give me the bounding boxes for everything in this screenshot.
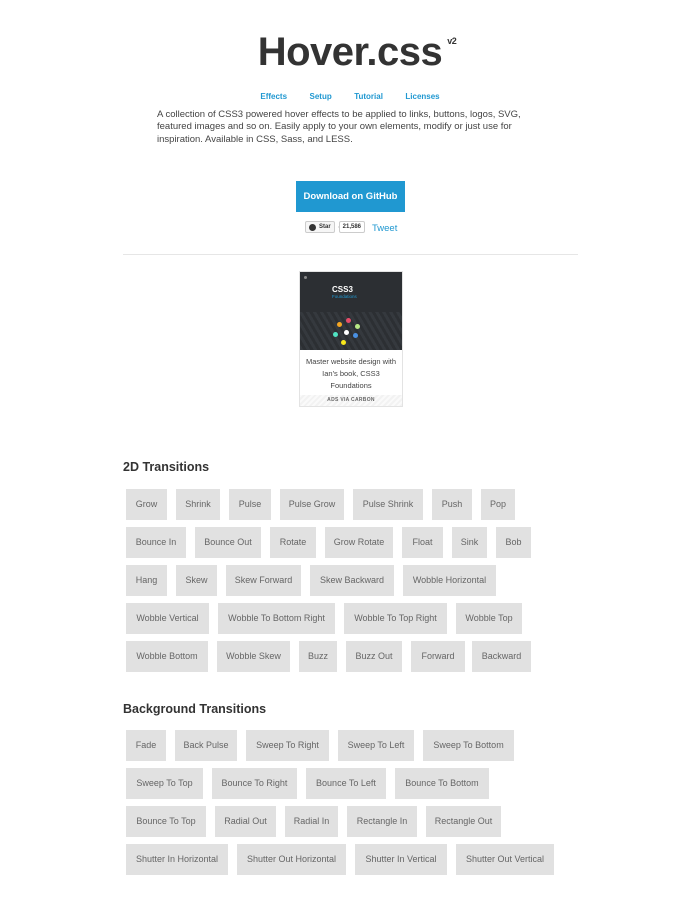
effect-button-pop[interactable]: Pop (481, 489, 515, 520)
effect-button-wobble-to-top-right[interactable]: Wobble To Top Right (344, 603, 447, 634)
effect-button-bounce-to-right[interactable]: Bounce To Right (212, 768, 297, 799)
effect-button-rectangle-in[interactable]: Rectangle In (347, 806, 417, 837)
effect-button-rotate[interactable]: Rotate (270, 527, 316, 558)
effect-button-shutter-out-vertical[interactable]: Shutter Out Vertical (456, 844, 554, 875)
ad-dot-icon (341, 340, 346, 345)
effect-button-skew-forward[interactable]: Skew Forward (226, 565, 301, 596)
ad-text[interactable]: Master website design with Ian's book, C… (300, 350, 402, 392)
effect-button-buzz[interactable]: Buzz (299, 641, 337, 672)
effect-button-float[interactable]: Float (402, 527, 443, 558)
effect-button-shutter-in-horizontal[interactable]: Shutter In Horizontal (126, 844, 228, 875)
effect-button-grow-rotate[interactable]: Grow Rotate (325, 527, 393, 558)
ad-dot-icon (344, 330, 349, 335)
effect-button-bounce-to-bottom[interactable]: Bounce To Bottom (395, 768, 489, 799)
effect-button-forward[interactable]: Forward (411, 641, 465, 672)
page-header: Hover.css v2 (0, 30, 700, 75)
effect-button-wobble-skew[interactable]: Wobble Skew (217, 641, 290, 672)
effect-button-sweep-to-bottom[interactable]: Sweep To Bottom (423, 730, 514, 761)
effect-button-pulse[interactable]: Pulse (229, 489, 271, 520)
effect-button-skew-backward[interactable]: Skew Backward (310, 565, 394, 596)
effect-button-backward[interactable]: Backward (472, 641, 531, 672)
page-title-text: Hover.css (257, 30, 443, 74)
ad-book-image[interactable]: CSS3 Foundations (300, 272, 402, 350)
ad-brand-logo-icon (304, 276, 307, 279)
effect-button-shrink[interactable]: Shrink (176, 489, 220, 520)
effect-button-bounce-out[interactable]: Bounce Out (195, 527, 261, 558)
effect-button-sweep-to-right[interactable]: Sweep To Right (246, 730, 329, 761)
nav-link-licenses[interactable]: Licenses (405, 92, 439, 101)
effect-button-bounce-to-top[interactable]: Bounce To Top (126, 806, 206, 837)
effect-button-shutter-out-horizontal[interactable]: Shutter Out Horizontal (237, 844, 346, 875)
ad-dot-icon (346, 318, 351, 323)
effect-button-skew[interactable]: Skew (176, 565, 217, 596)
effect-button-sweep-to-top[interactable]: Sweep To Top (126, 768, 203, 799)
effect-button-bounce-to-left[interactable]: Bounce To Left (306, 768, 386, 799)
effect-button-pulse-grow[interactable]: Pulse Grow (280, 489, 344, 520)
carbon-ad[interactable]: CSS3 Foundations Master website design w… (299, 271, 403, 407)
effect-button-hang[interactable]: Hang (126, 565, 167, 596)
section-title-2d-transitions: 2D Transitions (123, 460, 210, 474)
effect-button-push[interactable]: Push (432, 489, 472, 520)
effect-button-grow[interactable]: Grow (126, 489, 167, 520)
top-nav: Effects Setup Tutorial Licenses (0, 86, 700, 104)
effect-button-sink[interactable]: Sink (452, 527, 487, 558)
ad-dot-icon (355, 324, 360, 329)
effect-button-wobble-vertical[interactable]: Wobble Vertical (126, 603, 209, 634)
ad-hex-pattern (300, 312, 402, 350)
effect-button-wobble-to-bottom-right[interactable]: Wobble To Bottom Right (218, 603, 335, 634)
effect-button-pulse-shrink[interactable]: Pulse Shrink (353, 489, 423, 520)
nav-link-effects[interactable]: Effects (260, 92, 287, 101)
section-title-background-transitions: Background Transitions (123, 702, 267, 716)
github-star-button[interactable]: Star (305, 221, 335, 233)
version-badge: v2 (447, 36, 457, 46)
ad-image-title: CSS3 (332, 285, 353, 294)
effect-button-radial-in[interactable]: Radial In (285, 806, 338, 837)
nav-link-tutorial[interactable]: Tutorial (354, 92, 383, 101)
effect-button-buzz-out[interactable]: Buzz Out (346, 641, 402, 672)
effect-button-radial-out[interactable]: Radial Out (215, 806, 276, 837)
github-star-widget: Star 21,586 (305, 221, 366, 233)
effect-button-shutter-in-vertical[interactable]: Shutter In Vertical (355, 844, 447, 875)
nav-link-setup[interactable]: Setup (310, 92, 332, 101)
effect-button-sweep-to-left[interactable]: Sweep To Left (338, 730, 414, 761)
ad-dot-icon (353, 333, 358, 338)
effect-button-back-pulse[interactable]: Back Pulse (175, 730, 237, 761)
star-count[interactable]: 21,586 (337, 221, 366, 233)
effect-button-bounce-in[interactable]: Bounce In (126, 527, 186, 558)
ad-dot-icon (337, 322, 342, 327)
effect-button-rectangle-out[interactable]: Rectangle Out (426, 806, 501, 837)
ad-dot-icon (333, 332, 338, 337)
intro-description: A collection of CSS3 powered hover effec… (157, 109, 521, 145)
download-github-button[interactable]: Download on GitHub (296, 181, 405, 212)
effect-button-wobble-bottom[interactable]: Wobble Bottom (126, 641, 208, 672)
effect-button-wobble-top[interactable]: Wobble Top (456, 603, 522, 634)
effect-button-wobble-horizontal[interactable]: Wobble Horizontal (403, 565, 496, 596)
effect-button-bob[interactable]: Bob (496, 527, 531, 558)
ad-footer[interactable]: ADS VIA CARBON (300, 395, 402, 406)
header-divider (123, 254, 578, 255)
github-icon (309, 223, 316, 231)
tweet-link[interactable]: Tweet (372, 223, 397, 234)
page-title: Hover.css v2 (257, 30, 457, 75)
star-label: Star (319, 224, 331, 230)
ad-image-subtitle: Foundations (332, 294, 357, 299)
effect-button-fade[interactable]: Fade (126, 730, 166, 761)
